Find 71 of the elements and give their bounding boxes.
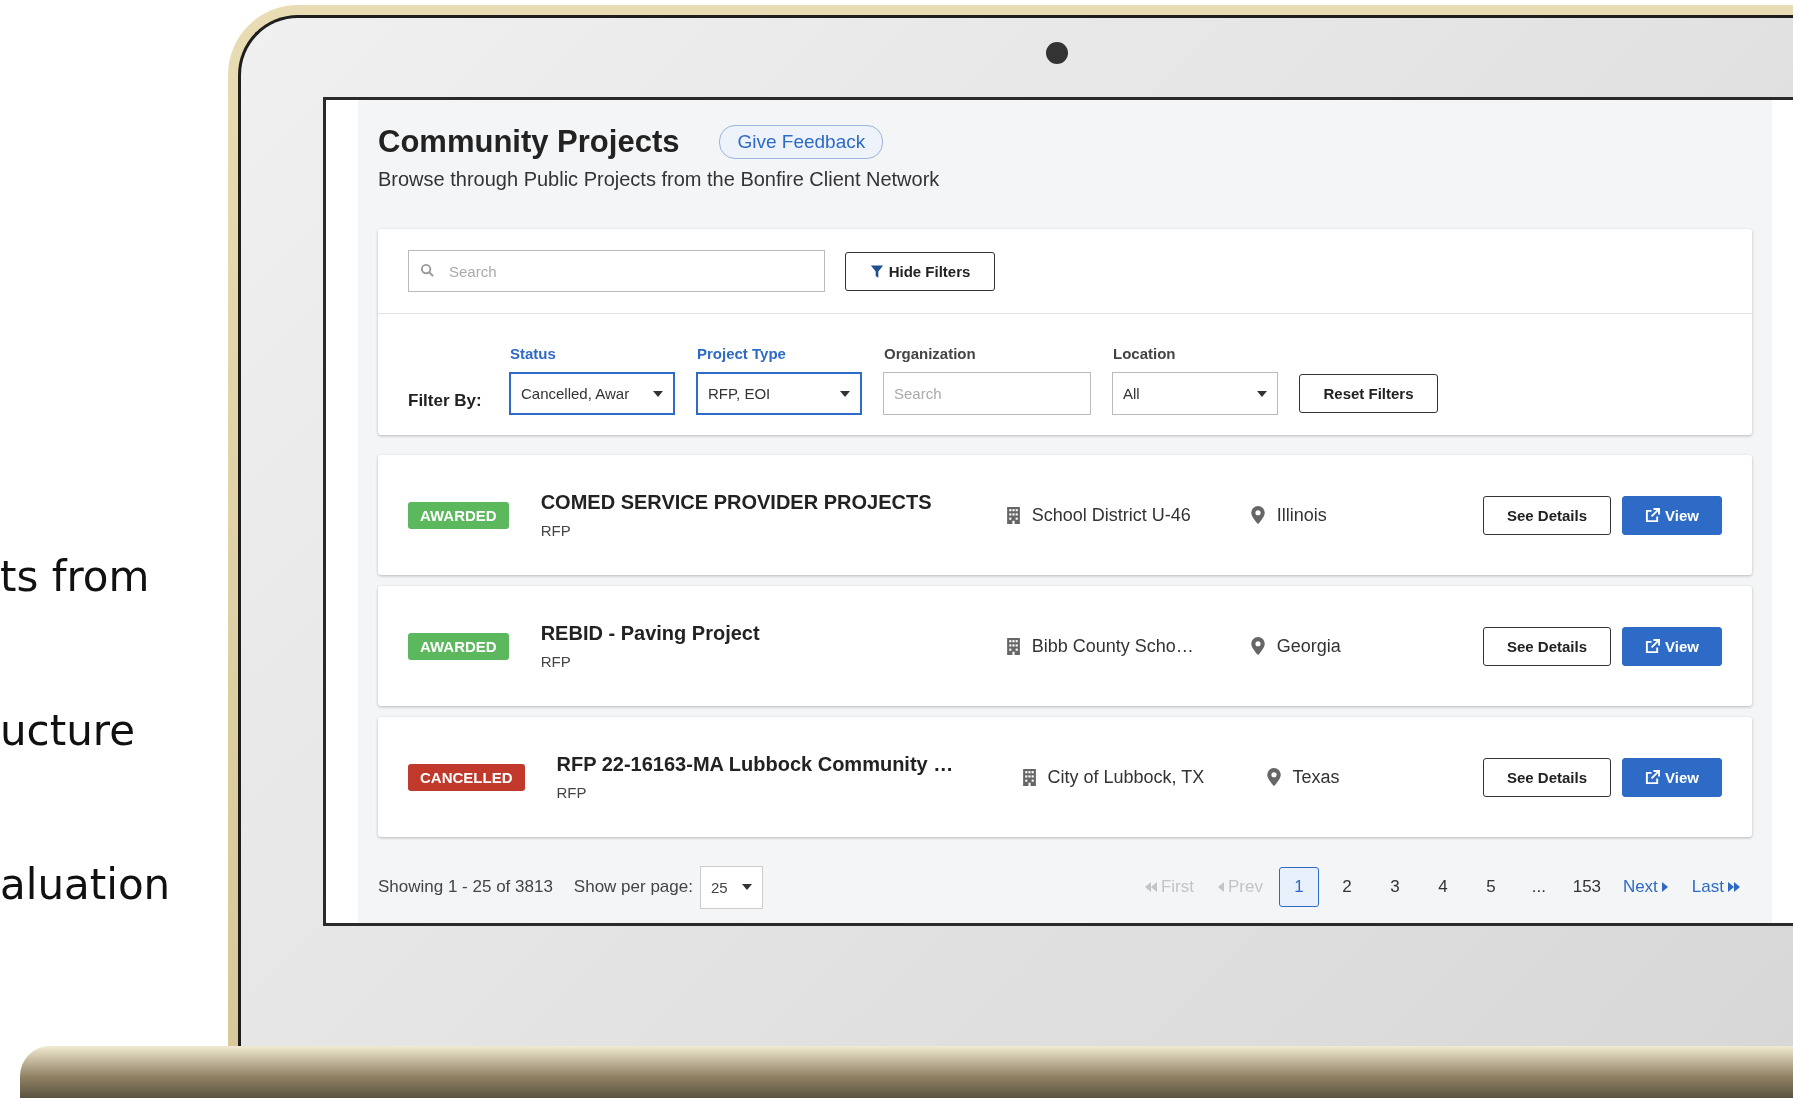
caret-icon xyxy=(1661,882,1668,892)
external-link-icon xyxy=(1645,769,1661,785)
double-caret-icon xyxy=(1144,882,1157,892)
search-icon xyxy=(420,263,435,278)
view-button[interactable]: View xyxy=(1622,626,1722,666)
page-link[interactable]: 153 xyxy=(1566,867,1607,907)
see-details-button[interactable]: See Details xyxy=(1483,757,1611,797)
search-field[interactable]: Search xyxy=(408,250,825,292)
dropdown[interactable]: Cancelled, Awar xyxy=(509,372,675,415)
building-icon xyxy=(1006,506,1020,524)
reset-filters-button[interactable]: Reset Filters xyxy=(1299,374,1438,413)
building-icon xyxy=(1006,637,1020,655)
page-link[interactable]: 5 xyxy=(1470,867,1511,907)
status-badge: AWARDED xyxy=(408,632,509,660)
view-button[interactable]: View xyxy=(1622,757,1722,797)
give-feedback-button[interactable]: Give Feedback xyxy=(719,125,884,159)
location-name: Georgia xyxy=(1276,635,1341,657)
page-link[interactable]: 1 xyxy=(1278,867,1319,907)
project-type: RFP xyxy=(540,522,571,539)
external-link-icon xyxy=(1645,507,1661,523)
page-subtitle: Browse through Public Projects from the Bonfire Client Network xyxy=(378,168,941,191)
see-details-button[interactable]: See Details xyxy=(1483,495,1611,535)
caret-icon xyxy=(840,390,850,397)
organization-name: Bibb County Scho… xyxy=(1031,635,1194,657)
project-title[interactable]: REBID - Paving Project xyxy=(540,622,760,645)
page-link[interactable]: ... xyxy=(1518,867,1559,907)
filter-icon xyxy=(869,263,884,279)
page-link[interactable]: 3 xyxy=(1374,867,1415,907)
slide-text: aluation xyxy=(0,860,171,910)
camera-icon xyxy=(1046,42,1068,64)
dropdown[interactable]: All xyxy=(1112,372,1278,415)
organization-name: School District U-46 xyxy=(1031,504,1191,526)
dropdown[interactable]: RFP, EOI xyxy=(696,372,862,415)
building-icon xyxy=(1022,768,1036,786)
hide-filters-button[interactable]: Hide Filters xyxy=(845,251,995,291)
results-summary: Showing 1 - 25 of 3813 xyxy=(378,877,553,897)
location-name: Texas xyxy=(1292,766,1340,788)
external-link-icon xyxy=(1645,638,1661,654)
organization-name: City of Lubbock, TX xyxy=(1047,766,1205,788)
see-details-button[interactable]: See Details xyxy=(1483,626,1611,666)
filter-label: Location xyxy=(1112,345,1177,362)
filter-label: Filter By: xyxy=(408,391,483,412)
per-page-dropdown[interactable]: 25 xyxy=(699,865,763,909)
project-type: RFP xyxy=(540,653,571,670)
caret-icon xyxy=(653,390,663,397)
location-pin-icon xyxy=(1266,768,1281,786)
caret-icon xyxy=(741,884,752,890)
double-caret-icon xyxy=(1728,882,1740,892)
caret-icon xyxy=(1257,390,1267,397)
status-badge: AWARDED xyxy=(408,501,509,529)
view-button[interactable]: View xyxy=(1622,495,1722,535)
project-title[interactable]: COMED SERVICE PROVIDER PROJECTS xyxy=(540,491,932,514)
filter-label: Organization xyxy=(883,345,977,362)
page-title: Community Projects xyxy=(378,124,680,160)
project-type: RFP xyxy=(556,784,587,801)
slide-text: ts from xyxy=(0,552,150,602)
location-pin-icon xyxy=(1250,506,1265,524)
last-page-link[interactable]: Last xyxy=(1691,877,1740,897)
filter-label: Project Type xyxy=(696,345,787,362)
location-pin-icon xyxy=(1250,637,1265,655)
caret-icon xyxy=(1217,882,1224,892)
slide-text: ucture xyxy=(0,706,135,756)
status-badge: CANCELLED xyxy=(408,763,525,791)
per-page-label: Show per page: xyxy=(573,877,693,897)
filter-label: Status xyxy=(509,345,557,362)
page-link[interactable]: 2 xyxy=(1326,867,1367,907)
location-name: Illinois xyxy=(1276,504,1327,526)
page-link[interactable]: 4 xyxy=(1422,867,1463,907)
search-field[interactable]: Search xyxy=(883,372,1091,415)
project-title[interactable]: RFP 22-16163-MA Lubbock Community … xyxy=(556,753,954,776)
next-page-link[interactable]: Next xyxy=(1622,877,1668,897)
